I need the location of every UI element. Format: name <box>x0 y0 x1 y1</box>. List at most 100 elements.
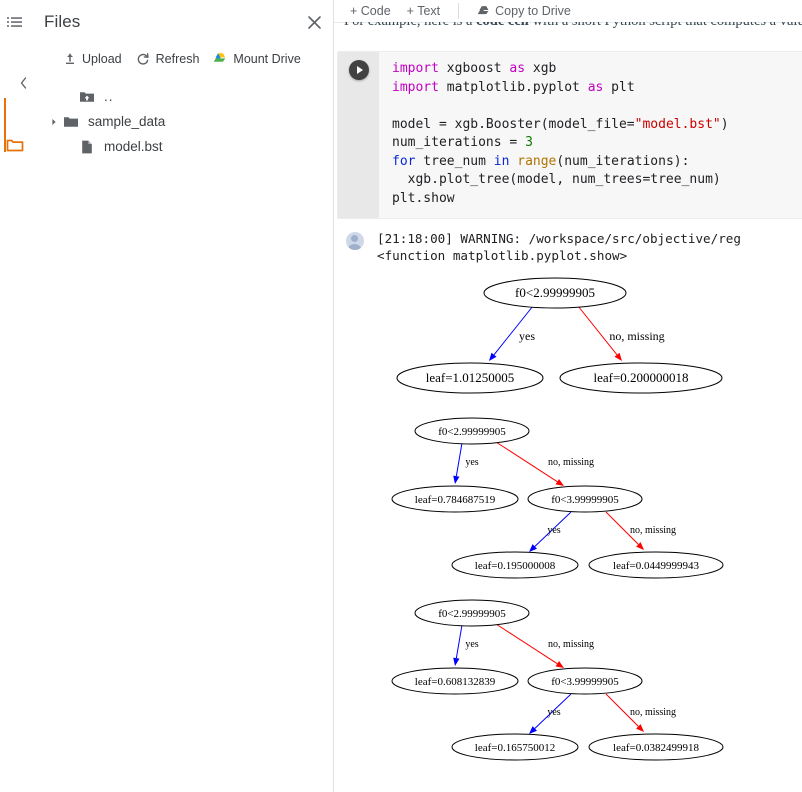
edge-label: yes <box>519 329 535 343</box>
file-tree-row-model-bst[interactable]: model.bst <box>30 134 333 159</box>
tree-node-label: leaf=0.0449999943 <box>613 560 699 572</box>
tree-edge <box>456 443 462 476</box>
code-token: xgb.plot_tree(model, num_trees=tree_num) <box>392 172 721 187</box>
edge-arrowhead <box>453 658 459 666</box>
code-token: plt.show <box>392 191 455 206</box>
code-line: model = xgb.Booster(model_file="model.bs… <box>392 116 802 135</box>
chevron-right-icon[interactable] <box>46 114 62 130</box>
tree-node-label: f0<3.99999905 <box>551 676 619 688</box>
tree-0: yesno, missingf0<2.99999905leaf=1.012500… <box>397 278 722 393</box>
tree-node-label: leaf=0.0382499918 <box>613 742 699 754</box>
edge-arrowhead <box>556 479 564 486</box>
code-line: xgb.plot_tree(model, num_trees=tree_num) <box>392 171 802 190</box>
edge-label: no, missing <box>548 457 594 468</box>
code-token: matplotlib.pyplot <box>439 80 588 95</box>
colab-window: Files Upload <box>0 0 802 792</box>
list-icon <box>6 14 24 32</box>
tree-2: yesno, missingyesno, missingf0<2.9999990… <box>392 600 723 760</box>
copy-to-drive-button[interactable]: Copy to Drive <box>469 4 579 18</box>
notebook-area: + Code + Text Copy to Drive For example, <box>334 0 802 792</box>
output-text: [21:18:00] WARNING: /workspace/src/objec… <box>375 230 802 264</box>
markdown-text-bold: code cell <box>476 22 529 29</box>
tree-1: yesno, missingyesno, missingf0<2.9999990… <box>392 418 723 578</box>
google-drive-icon <box>213 52 228 67</box>
files-toolbar: Upload Refresh <box>30 44 333 72</box>
tree-node-label: f0<2.99999905 <box>438 426 506 438</box>
close-icon <box>306 14 323 31</box>
play-icon <box>357 66 363 74</box>
add-code-cell-button[interactable]: + Code <box>342 4 399 18</box>
refresh-icon <box>136 52 151 67</box>
files-panel: Files Upload <box>30 0 334 792</box>
markdown-text-after: with a short Python script that computes… <box>529 22 802 29</box>
tree-node-label: f0<3.99999905 <box>551 494 619 506</box>
code-token: xgboost <box>439 61 509 76</box>
code-token: tree_num <box>415 154 493 169</box>
table-of-contents-button[interactable] <box>0 8 30 38</box>
file-tree-label: model.bst <box>104 140 163 154</box>
code-token: import <box>392 80 439 95</box>
edge-label: no, missing <box>630 707 676 718</box>
cell-output: [21:18:00] WARNING: /workspace/src/objec… <box>334 230 802 264</box>
code-token: 3 <box>525 135 533 150</box>
notebook-scroll-region[interactable]: For example, here is a code cell with a … <box>334 22 802 792</box>
file-tree-row-parent[interactable]: .. <box>30 84 333 109</box>
edge-label: yes <box>547 707 560 718</box>
code-token: plt <box>603 80 634 95</box>
refresh-button[interactable]: Refresh <box>136 52 200 67</box>
markdown-cell-clipped[interactable]: For example, here is a code cell with a … <box>334 22 802 39</box>
tree-node-label: leaf=0.784687519 <box>415 494 496 506</box>
code-token: num_iterations = <box>392 135 525 150</box>
run-cell-button[interactable] <box>349 60 369 80</box>
edge-label: yes <box>547 525 560 536</box>
code-line: plt.show <box>392 190 802 209</box>
mount-drive-button[interactable]: Mount Drive <box>213 52 300 67</box>
markdown-text: For example, here is a code cell with a … <box>344 22 802 30</box>
output-gutter <box>334 230 375 264</box>
folder-icon <box>5 135 25 155</box>
avatar <box>346 232 364 250</box>
tree-node-label: f0<2.99999905 <box>438 608 506 620</box>
code-token: (num_iterations): <box>556 154 689 169</box>
folder-icon <box>62 113 80 131</box>
copy-to-drive-label: Copy to Drive <box>495 4 571 18</box>
code-line: num_iterations = 3 <box>392 134 802 153</box>
xgboost-tree-graphs: yesno, missingf0<2.99999905leaf=1.012500… <box>334 272 802 782</box>
markdown-text-before: For example, here is a <box>344 22 476 29</box>
tree-node-label: leaf=0.608132839 <box>415 676 496 688</box>
edge-arrowhead <box>556 661 564 668</box>
code-cell-gutter <box>338 52 379 218</box>
refresh-label: Refresh <box>156 52 200 66</box>
code-cell[interactable]: import xgboost as xgbimport matplotlib.p… <box>334 51 802 219</box>
tree-edge <box>456 625 462 658</box>
edge-arrowhead <box>615 353 622 361</box>
upload-icon <box>62 52 77 67</box>
file-tree: .. sample_data <box>30 72 333 159</box>
tree-plots: yesno, missingf0<2.99999905leaf=1.012500… <box>334 272 802 782</box>
code-token: range <box>517 154 556 169</box>
tree-node-label: leaf=0.195000008 <box>475 560 556 572</box>
notebook-toolbar: + Code + Text Copy to Drive <box>334 0 802 23</box>
close-panel-button[interactable] <box>299 7 329 37</box>
code-token: in <box>494 154 510 169</box>
files-panel-header: Files <box>30 0 333 44</box>
code-line: import matplotlib.pyplot as plt <box>392 79 802 98</box>
edge-label: yes <box>465 457 478 468</box>
code-token: ) <box>721 117 729 132</box>
tree-node-label: f0<2.99999905 <box>515 285 595 300</box>
code-token: import <box>392 61 439 76</box>
output-line: [21:18:00] WARNING: /workspace/src/objec… <box>377 230 802 247</box>
left-icon-rail <box>0 0 30 792</box>
code-editor[interactable]: import xgboost as xgbimport matplotlib.p… <box>379 52 802 218</box>
tree-node-label: leaf=0.165750012 <box>475 742 555 754</box>
add-text-cell-button[interactable]: + Text <box>399 4 448 18</box>
code-line: for tree_num in range(num_iterations): <box>392 153 802 172</box>
code-line: import xgboost as xgb <box>392 60 802 79</box>
code-token: as <box>588 80 604 95</box>
code-token: as <box>509 61 525 76</box>
file-tree-label: .. <box>104 90 114 104</box>
upload-button[interactable]: Upload <box>62 52 122 67</box>
files-button[interactable] <box>0 130 30 160</box>
code-token: xgb <box>525 61 556 76</box>
file-tree-row-sample-data[interactable]: sample_data <box>30 109 333 134</box>
